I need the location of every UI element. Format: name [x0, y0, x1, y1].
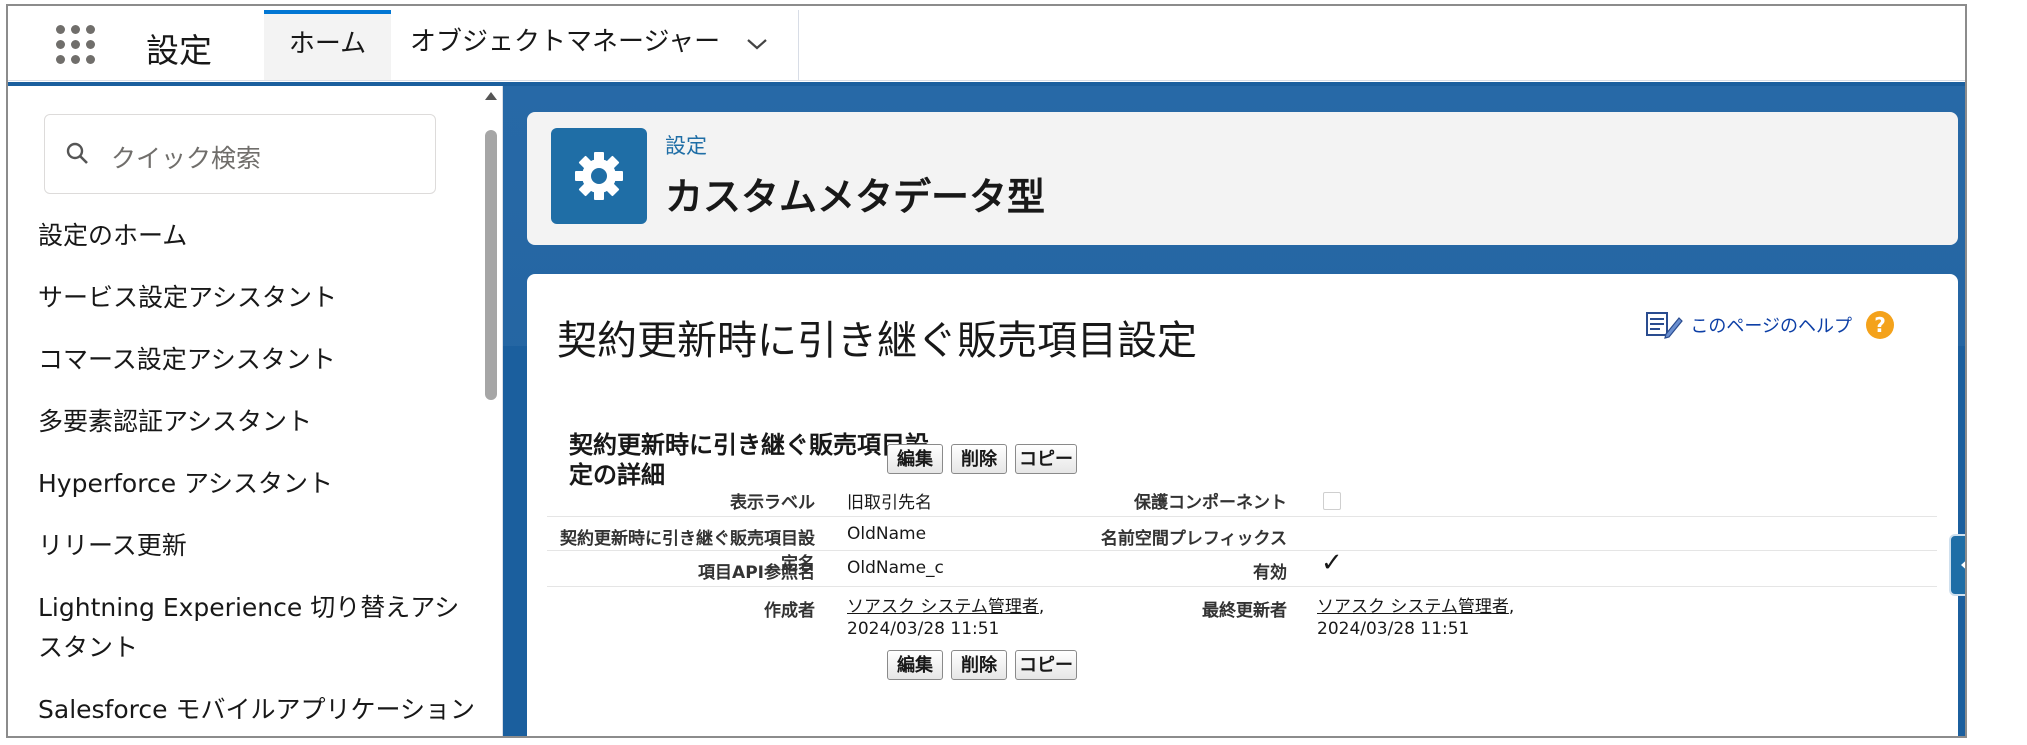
edit-button-bottom[interactable]: 編集 — [887, 650, 943, 680]
help-link-text[interactable]: このページのヘルプ — [1690, 312, 1852, 338]
row-divider — [547, 516, 1937, 517]
sidebar-item-hyperforce[interactable]: Hyperforce アシスタント — [38, 464, 478, 504]
setup-window: 設定 ホーム オブジェクトマネージャー クイック検索 設定のホーム サービス設定… — [6, 4, 1967, 738]
page-header-title: カスタムメタデータ型 — [665, 175, 1046, 219]
sidebar-item-mfa-assistant[interactable]: 多要素認証アシスタント — [38, 402, 478, 442]
protected-component-checkbox — [1323, 492, 1341, 510]
detail-card: 契約更新時に引き継ぐ販売項目設定 このページのヘルプ ? 契約更新時に引き継ぐ販… — [527, 274, 1958, 736]
display-label-label: 表示ラベル — [730, 493, 815, 513]
delete-button[interactable]: 削除 — [951, 444, 1007, 474]
sidebar-item-release-updates[interactable]: リリース更新 — [38, 526, 478, 566]
gear-icon — [551, 128, 647, 224]
scroll-up-arrow-icon[interactable] — [485, 92, 497, 100]
sidebar-item-salesforce-mobile[interactable]: Salesforce モバイルアプリケーション — [38, 690, 478, 730]
api-ref-label: 項目API参照名 — [698, 563, 815, 583]
scroll-thumb[interactable] — [485, 130, 497, 400]
global-header: 設定 ホーム オブジェクトマネージャー — [8, 6, 1965, 81]
app-title: 設定 — [146, 31, 212, 70]
edit-button[interactable]: 編集 — [887, 444, 943, 474]
namespace-prefix-label: 名前空間プレフィックス — [1100, 529, 1287, 549]
active-label: 有効 — [1253, 563, 1287, 583]
protected-component-label: 保護コンポーネント — [1134, 493, 1287, 513]
delete-button-bottom[interactable]: 削除 — [951, 650, 1007, 680]
row-divider — [547, 550, 1937, 551]
setup-sidebar: クイック検索 設定のホーム サービス設定アシスタント コマース設定アシスタント … — [8, 86, 503, 736]
quick-find-input[interactable]: クイック検索 — [44, 114, 436, 194]
page-header: 設定 カスタムメタデータ型 — [527, 112, 1958, 245]
sidebar-item-lightning-transition[interactable]: Lightning Experience 切り替えアシスタント — [38, 588, 478, 668]
help-page-icon — [1646, 310, 1684, 340]
created-by-value: ソアスク システム管理者, 2024/03/28 11:51 — [847, 596, 1117, 640]
tab-home[interactable]: ホーム — [264, 10, 391, 80]
breadcrumb[interactable]: 設定 — [665, 130, 707, 160]
search-icon — [65, 141, 91, 171]
sidebar-nav: 設定のホーム サービス設定アシスタント コマース設定アシスタント 多要素認証アシ… — [38, 216, 478, 736]
modified-by-label: 最終更新者 — [1202, 601, 1287, 621]
copy-button-bottom[interactable]: コピー — [1015, 650, 1077, 680]
tab-divider — [798, 10, 799, 80]
tab-object-manager[interactable]: オブジェクトマネージャー — [400, 10, 778, 80]
created-by-user-link[interactable]: ソアスク システム管理者 — [847, 597, 1039, 617]
help-link[interactable]: このページのヘルプ ? — [1646, 310, 1894, 340]
sidebar-item-setup-home[interactable]: 設定のホーム — [38, 216, 478, 256]
page-title: 契約更新時に引き継ぐ販売項目設定 — [557, 318, 1197, 364]
help-question-icon[interactable]: ? — [1866, 311, 1894, 339]
tab-home-label: ホーム — [288, 29, 367, 59]
app-launcher-icon[interactable] — [56, 25, 96, 65]
active-checkmark-icon: ✓ — [1321, 548, 1343, 578]
api-ref-value: OldName_c — [847, 558, 944, 578]
tab-object-manager-label: オブジェクトマネージャー — [410, 27, 721, 57]
created-by-label: 作成者 — [764, 601, 815, 621]
modified-by-user-link[interactable]: ソアスク システム管理者 — [1317, 597, 1509, 617]
row-divider — [547, 586, 1937, 587]
sidebar-scrollbar[interactable] — [480, 86, 502, 736]
copy-button[interactable]: コピー — [1015, 444, 1077, 474]
modified-by-value: ソアスク システム管理者, 2024/03/28 11:51 — [1317, 596, 1587, 640]
sidebar-item-service-setup[interactable]: サービス設定アシスタント — [38, 278, 478, 318]
record-name-value: OldName — [847, 524, 927, 544]
sidebar-item-commerce-setup[interactable]: コマース設定アシスタント — [38, 340, 478, 380]
quick-find-placeholder: クイック検索 — [111, 144, 262, 173]
panel-toggle-arrow-icon[interactable] — [1949, 534, 1965, 596]
main-content: 設定 カスタムメタデータ型 契約更新時に引き継ぐ販売項目設定 このページのヘルプ… — [503, 86, 1965, 736]
display-label-value: 旧取引先名 — [847, 493, 932, 513]
chevron-down-icon[interactable] — [746, 11, 768, 75]
